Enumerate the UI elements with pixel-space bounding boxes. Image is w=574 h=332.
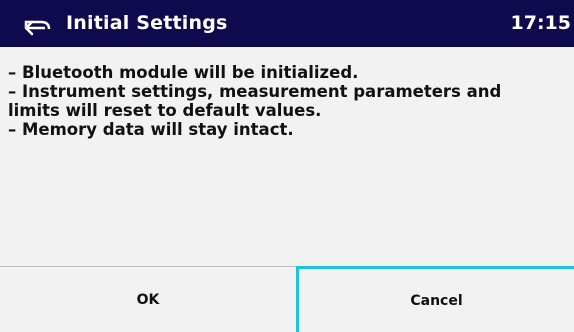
message-text: – Bluetooth module will be initialized. … — [8, 63, 572, 139]
clock: 17:15 — [510, 12, 571, 34]
message-area: – Bluetooth module will be initialized. … — [0, 47, 574, 266]
message-line: – Instrument settings, measurement param… — [8, 82, 502, 101]
page-title: Initial Settings — [66, 12, 228, 34]
message-line: – Bluetooth module will be initialized. — [8, 63, 359, 82]
screen: Initial Settings 17:15 – Bluetooth modul… — [0, 0, 574, 332]
cancel-button[interactable]: Cancel — [296, 266, 574, 332]
header-bar: Initial Settings 17:15 — [0, 0, 574, 47]
button-bar: OK Cancel — [0, 266, 574, 332]
back-arrow-icon[interactable] — [20, 9, 54, 37]
message-line: – Memory data will stay intact. — [8, 120, 294, 139]
ok-button[interactable]: OK — [0, 267, 296, 332]
message-line: limits will reset to default values. — [8, 101, 322, 120]
